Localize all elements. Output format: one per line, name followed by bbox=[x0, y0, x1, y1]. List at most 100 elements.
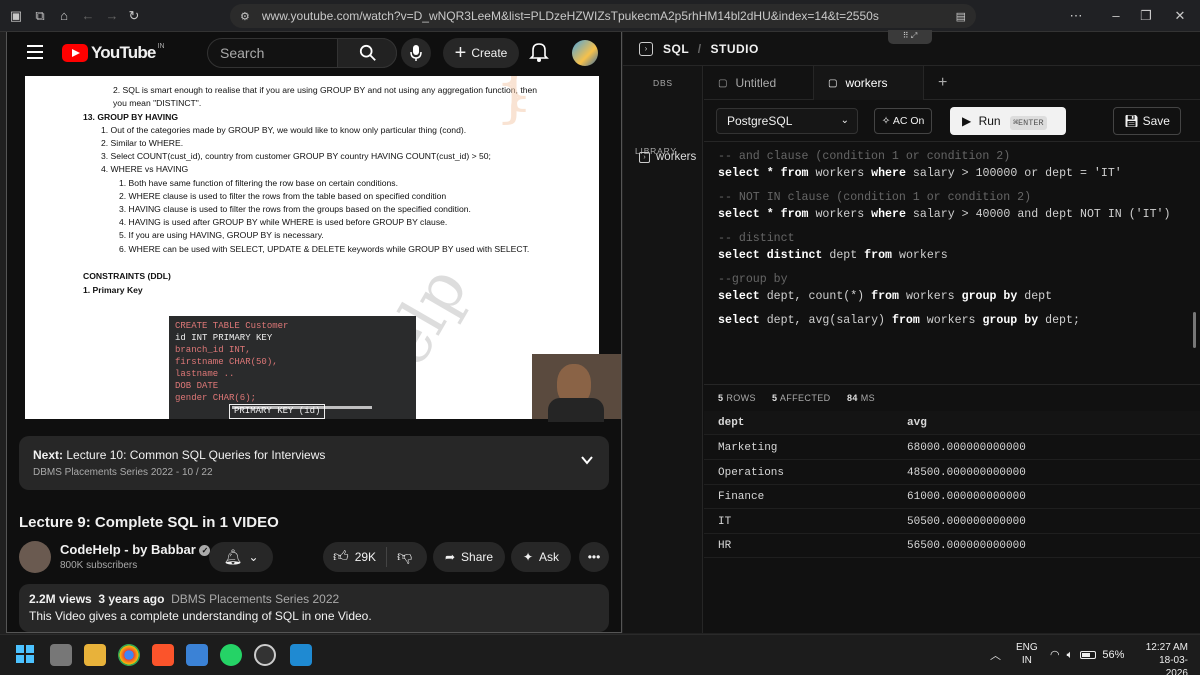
playlist-tag[interactable]: DBMS Placements Series 2022 bbox=[171, 592, 339, 606]
table-row[interactable]: Marketing 68000.000000000000 bbox=[704, 436, 1200, 460]
table-cell: 50500.000000000000 bbox=[907, 515, 1026, 528]
language-indicator[interactable]: ENG IN bbox=[1016, 641, 1038, 667]
more-icon[interactable]: ⋯ bbox=[1068, 8, 1084, 24]
tab-label: workers bbox=[845, 76, 888, 90]
close-icon[interactable]: ✕ bbox=[1172, 8, 1188, 24]
reload-icon[interactable]: ↻ bbox=[126, 8, 142, 24]
tab-untitled[interactable]: ▢ Untitled bbox=[704, 66, 814, 100]
like-button[interactable]: 👍︎ 29K bbox=[333, 548, 376, 566]
minimize-icon[interactable]: – bbox=[1108, 8, 1124, 24]
channel-name[interactable]: CodeHelp - by Babbar bbox=[60, 542, 196, 557]
stat-time: 84 MS bbox=[847, 393, 876, 403]
code-line[interactable]: select * from workers where salary > 100… bbox=[718, 167, 1122, 180]
share-label: Share bbox=[461, 550, 494, 564]
file-icon: ▢ bbox=[828, 77, 838, 89]
autocomplete-toggle[interactable]: ✧ AC On bbox=[874, 108, 932, 134]
editor-scrollbar[interactable] bbox=[1193, 312, 1196, 348]
chevron-down-icon[interactable] bbox=[579, 452, 595, 468]
collections-icon[interactable]: ⧉ bbox=[32, 8, 48, 24]
sidebar-dbs[interactable]: DBS bbox=[653, 78, 673, 88]
search-icon bbox=[359, 44, 376, 61]
brave-icon[interactable] bbox=[152, 644, 174, 666]
channel-name-row[interactable]: CodeHelp - by Babbar ✓ bbox=[60, 542, 211, 557]
chevron-up-icon[interactable]: ︿ bbox=[990, 647, 1001, 663]
dislike-button[interactable]: 👎︎ bbox=[397, 548, 412, 566]
back-icon[interactable]: ← bbox=[80, 8, 96, 24]
doc-line: 3. HAVING clause is used to filter the r… bbox=[119, 204, 471, 214]
engine-select[interactable]: PostgreSQL ⌄ bbox=[716, 108, 858, 134]
search-button[interactable] bbox=[337, 38, 397, 68]
voice-search-button[interactable] bbox=[401, 38, 431, 68]
code-line[interactable]: select dept, avg(salary) from workers gr… bbox=[718, 314, 1080, 327]
vscode-icon[interactable] bbox=[290, 644, 312, 666]
notepad-icon[interactable] bbox=[186, 644, 208, 666]
url-text[interactable]: www.youtube.com/watch?v=D_wNQR3LeeM&list… bbox=[262, 9, 942, 23]
logo-region: IN bbox=[157, 42, 165, 50]
code-comment[interactable]: --group by bbox=[718, 273, 788, 286]
progress-bar[interactable] bbox=[232, 406, 372, 409]
code-line[interactable]: select dept, count(*) from workers group… bbox=[718, 290, 1052, 303]
doc-line: 1. Out of the categories made by GROUP B… bbox=[101, 125, 467, 135]
studio-title-sql: SQL bbox=[663, 42, 689, 56]
code-editor[interactable]: -- and clause (condition 1 or condition … bbox=[704, 142, 1200, 382]
screen: { "browser": { "url": "www.youtube.com/w… bbox=[0, 0, 1200, 675]
obs-icon[interactable] bbox=[254, 644, 276, 666]
snap-handle[interactable]: ⠿ ⤢ bbox=[888, 30, 932, 44]
notifications-button[interactable] bbox=[529, 41, 553, 65]
editor-toolbar: PostgreSQL ⌄ ✧ AC On ▶ Run ⌘ENTER 💾︎ Sav… bbox=[704, 100, 1200, 142]
system-tray[interactable]: ◠ 🔈︎ 56% bbox=[1050, 648, 1124, 662]
doc-line: 2. SQL is smart enough to realise that i… bbox=[113, 85, 538, 95]
clock-date: 18-03-2026 bbox=[1159, 655, 1188, 675]
lang-text: ENG bbox=[1016, 642, 1038, 653]
next-video-card[interactable]: Next: Lecture 10: Common SQL Queries for… bbox=[19, 436, 609, 490]
forward-icon[interactable]: → bbox=[104, 8, 120, 24]
sidebar-item-workers[interactable]: › workers bbox=[623, 148, 703, 168]
create-button[interactable]: + Create bbox=[443, 38, 519, 68]
avatar[interactable] bbox=[572, 40, 598, 66]
tab-actions-icon[interactable]: ▣ bbox=[8, 8, 24, 24]
task-view-icon[interactable] bbox=[50, 644, 72, 666]
chrome-icon[interactable] bbox=[118, 644, 140, 666]
table-row[interactable]: IT 50500.000000000000 bbox=[704, 510, 1200, 534]
save-button[interactable]: 💾︎ Save bbox=[1113, 107, 1181, 135]
run-button[interactable]: ▶ Run ⌘ENTER bbox=[950, 107, 1066, 135]
code-line[interactable]: select distinct dept from workers bbox=[718, 249, 948, 262]
youtube-logo[interactable]: YouTube IN bbox=[62, 43, 165, 63]
description-box[interactable]: 2.2M views 3 years ago DBMS Placements S… bbox=[19, 584, 609, 632]
table-row[interactable]: Operations 48500.000000000000 bbox=[704, 461, 1200, 485]
code-comment[interactable]: -- and clause (condition 1 or condition … bbox=[718, 150, 1010, 163]
chevron-down-icon: ⌄ bbox=[248, 550, 259, 564]
code-line[interactable]: select * from workers where salary > 400… bbox=[718, 208, 1170, 221]
whatsapp-icon[interactable] bbox=[220, 644, 242, 666]
address-bar[interactable]: ⚙ www.youtube.com/watch?v=D_wNQR3LeeM&li… bbox=[230, 4, 976, 28]
table-row[interactable]: HR 56500.000000000000 bbox=[704, 534, 1200, 558]
sql-studio-window: › SQL / STUDIO ⠿ ⤢ DBS LIBRARY › workers… bbox=[623, 30, 1200, 633]
table-row[interactable]: Finance 61000.000000000000 bbox=[704, 485, 1200, 509]
channel-avatar[interactable] bbox=[19, 541, 51, 573]
restore-icon[interactable]: ❐ bbox=[1138, 8, 1154, 24]
start-icon[interactable] bbox=[14, 644, 36, 666]
site-info-icon[interactable]: ⚙ bbox=[240, 10, 250, 23]
save-icon: 💾︎ bbox=[1124, 114, 1140, 128]
region-text: IN bbox=[1021, 655, 1032, 666]
subscribe-bell-button[interactable]: 🔔︎ ⌄ bbox=[209, 542, 273, 572]
more-actions-button[interactable]: ••• bbox=[579, 542, 609, 572]
new-tab-button[interactable]: + bbox=[924, 66, 964, 100]
file-explorer-icon[interactable] bbox=[84, 644, 106, 666]
clock[interactable]: 12:27 AM 18-03-2026 bbox=[1138, 641, 1188, 675]
presenter-webcam bbox=[532, 354, 621, 422]
menu-icon[interactable] bbox=[27, 45, 43, 59]
home-icon[interactable]: ⌂ bbox=[56, 8, 72, 24]
code-comment[interactable]: -- NOT IN clause (condition 1 or conditi… bbox=[718, 191, 1031, 204]
upload-age: 3 years ago bbox=[98, 592, 165, 606]
save-label: Save bbox=[1142, 114, 1170, 128]
code-comment[interactable]: -- distinct bbox=[718, 232, 795, 245]
watermark-logo: { } bbox=[495, 76, 534, 131]
doc-line: 2. Similar to WHERE. bbox=[101, 138, 184, 148]
video-player[interactable]: 2. SQL is smart enough to realise that i… bbox=[7, 76, 621, 422]
share-button[interactable]: ➦ Share bbox=[433, 542, 505, 572]
ask-button[interactable]: ✦ Ask bbox=[511, 542, 571, 572]
tab-workers[interactable]: ▢ workers bbox=[814, 66, 924, 100]
reader-icon[interactable]: ▤ bbox=[956, 10, 966, 23]
table-cell: 56500.000000000000 bbox=[907, 540, 1026, 552]
